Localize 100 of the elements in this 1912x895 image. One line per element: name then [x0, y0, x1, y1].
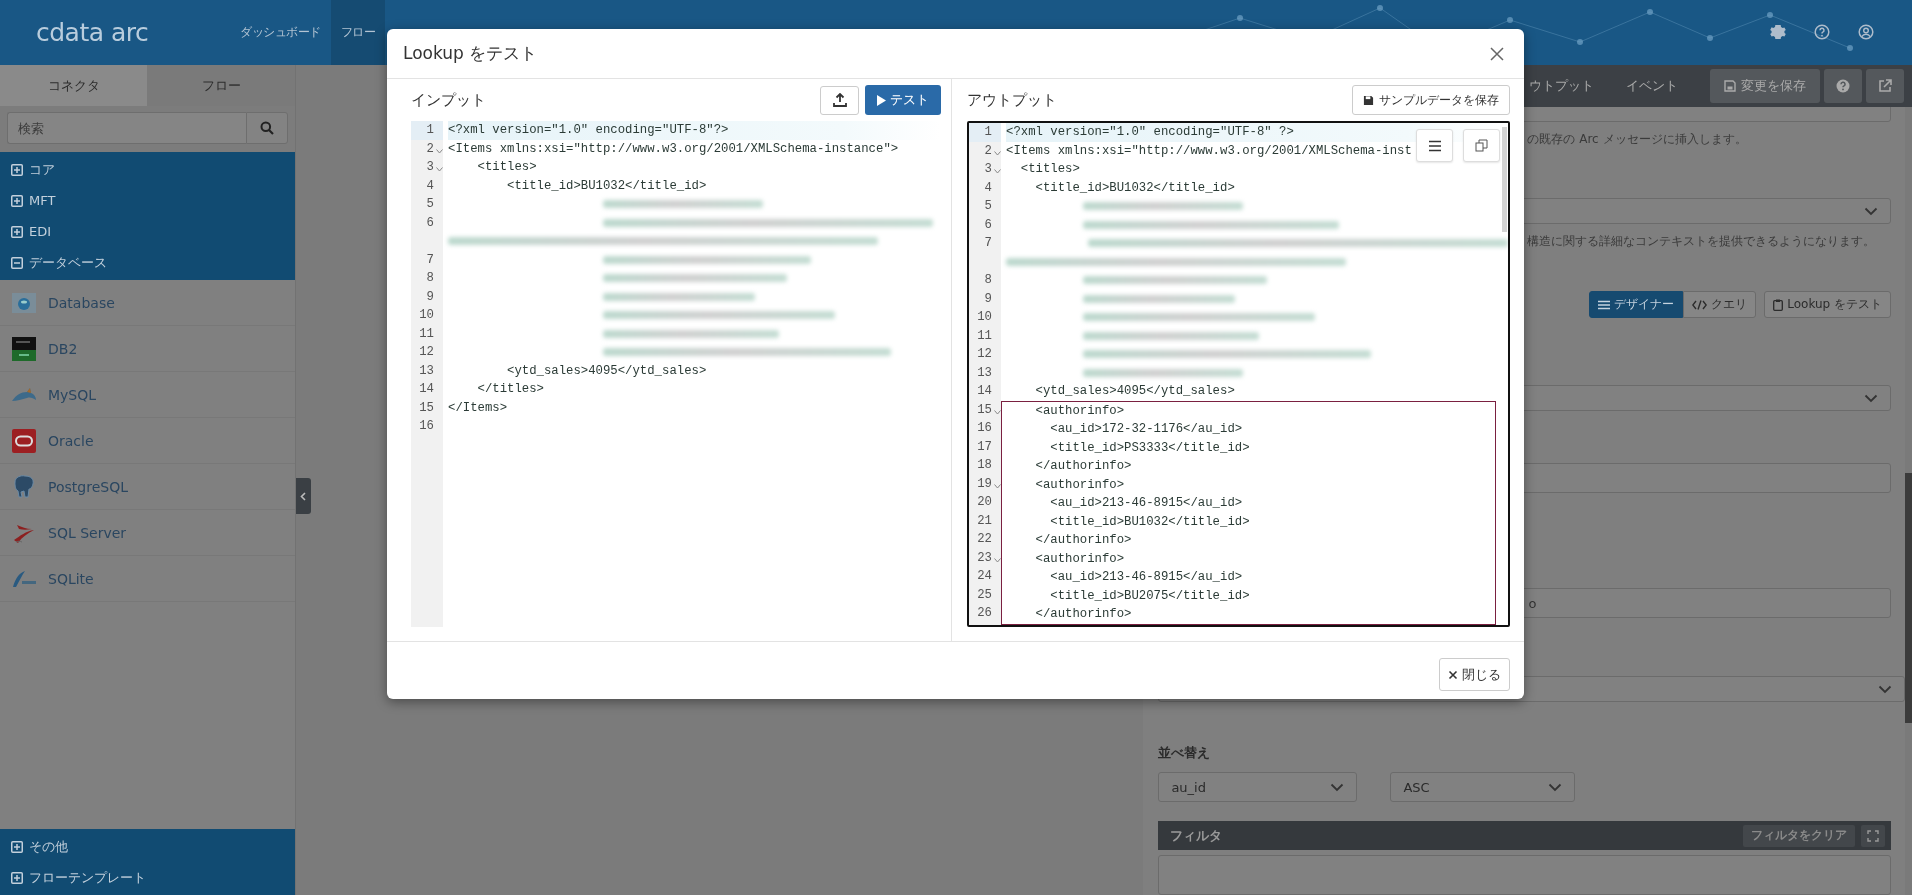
line-number: 18: [977, 458, 992, 473]
expand-icon[interactable]: [11, 871, 23, 884]
code-line: <authorinfo>: [1034, 477, 1125, 492]
line-number: 9: [426, 289, 434, 304]
user-icon[interactable]: [1858, 24, 1874, 40]
category-header[interactable]: EDI: [29, 224, 52, 239]
menu-button[interactable]: [1416, 129, 1453, 162]
line-number: 10: [977, 310, 992, 325]
code-line: <authorinfo>: [1034, 551, 1125, 566]
pane-title: インプット: [411, 90, 487, 110]
play-icon: [877, 94, 886, 106]
line-number: 1: [984, 125, 992, 140]
expand-icon[interactable]: [11, 194, 23, 207]
collapse-icon[interactable]: [11, 256, 23, 269]
fold-icon[interactable]: [994, 409, 1001, 415]
line-number: 11: [419, 326, 434, 341]
settings-icon[interactable]: [1770, 24, 1786, 40]
menu-icon: [1427, 139, 1442, 152]
scrollbar[interactable]: [1905, 107, 1912, 895]
help-icon[interactable]: [1814, 24, 1830, 40]
nav-item[interactable]: フロー: [330, 0, 385, 65]
connector-item[interactable]: MySQL: [0, 372, 295, 418]
sidebar-tab[interactable]: フロー: [147, 65, 295, 106]
code-line: <au_id>213-46-8915</au_id>: [1049, 570, 1243, 585]
line-number: 4: [984, 180, 992, 195]
close-dialog-button[interactable]: 閉じる: [1439, 658, 1510, 691]
code-line: </Items>: [448, 400, 508, 415]
category-header[interactable]: その他: [29, 837, 68, 856]
code-line: <title_id>BU1032</title_id>: [1034, 180, 1235, 195]
line-number: 7: [426, 252, 434, 267]
line-number: 2: [984, 143, 992, 158]
category-header[interactable]: データベース: [29, 253, 107, 272]
search-field[interactable]: 検索: [7, 112, 246, 144]
line-number: 4: [426, 178, 434, 193]
connector-item[interactable]: SQLite: [0, 556, 295, 602]
fold-icon[interactable]: [994, 169, 1001, 174]
line-number: 8: [426, 271, 434, 286]
line-number: 1: [426, 123, 434, 138]
line-number: 17: [977, 439, 992, 454]
save-button[interactable]: 変更を保存: [1710, 69, 1820, 103]
expand-icon: [1867, 829, 1879, 842]
copy-button[interactable]: [1463, 129, 1500, 162]
nav-item[interactable]: ダッシュボード: [230, 0, 331, 65]
line-number: 10: [419, 308, 434, 323]
expand-icon[interactable]: [11, 840, 23, 853]
code-line: <authorinfo>: [1034, 403, 1125, 418]
category-header[interactable]: MFT: [29, 193, 56, 208]
scrollbar[interactable]: [1502, 127, 1507, 232]
expand-icon[interactable]: [11, 163, 23, 176]
code-line: </authorinfo>: [1034, 459, 1132, 474]
sidebar-tab[interactable]: コネクタ: [0, 65, 148, 106]
ring-icon: [11, 427, 37, 454]
mode-toggle[interactable]: デザイナー: [1589, 291, 1684, 318]
chevron-icon: [1864, 206, 1878, 216]
panel-tab[interactable]: イベント: [1612, 77, 1692, 95]
line-number: 15: [419, 400, 434, 415]
line-number: 15: [977, 402, 992, 417]
test-button[interactable]: テスト: [865, 85, 941, 115]
code-line: <titles>: [1019, 162, 1080, 177]
clear-filter-button[interactable]: フィルタをクリア: [1743, 824, 1855, 847]
chevron-icon: [1330, 782, 1345, 792]
line-number: 24: [977, 569, 992, 584]
connector-item[interactable]: Oracle: [0, 418, 295, 464]
fold-icon[interactable]: [994, 483, 1001, 489]
sort-order-dropdown[interactable]: ASC: [1390, 772, 1576, 802]
search-button[interactable]: [245, 112, 288, 144]
code-line: <title_id>PS3333</title_id>: [1049, 440, 1250, 455]
fold-icon[interactable]: [994, 557, 1001, 563]
line-number: 5: [426, 197, 434, 212]
collapse-handle[interactable]: [295, 478, 311, 514]
fullscreen-button[interactable]: [1861, 824, 1885, 847]
fold-icon[interactable]: [436, 148, 443, 154]
save-sample-button[interactable]: サンプルデータを保存: [1352, 85, 1510, 115]
external-link-button[interactable]: [1866, 69, 1904, 103]
line-number: 23: [977, 550, 992, 565]
chevron-icon: [1878, 684, 1892, 694]
code-line: <ytd_sales>4095</ytd_sales>: [506, 363, 707, 378]
upload-button[interactable]: [820, 85, 859, 115]
test-lookup-button[interactable]: Lookup をテスト: [1764, 291, 1891, 318]
line-number: 12: [419, 345, 434, 360]
fold-icon[interactable]: [994, 150, 1001, 156]
line-number: 13: [419, 363, 434, 378]
category-header[interactable]: コア: [29, 160, 55, 179]
help-button[interactable]: [1824, 69, 1862, 103]
code-line: <ytd_sales>4095</ytd_sales>: [1034, 384, 1235, 399]
fold-icon[interactable]: [436, 167, 443, 172]
copy-icon: [1475, 139, 1488, 152]
line-number: 6: [984, 217, 992, 232]
connector-item[interactable]: DB2: [0, 326, 295, 372]
close-icon: [1448, 669, 1458, 680]
category-header[interactable]: フローテンプレート: [29, 868, 146, 887]
expand-icon[interactable]: [11, 225, 23, 238]
connector-item[interactable]: Database: [0, 280, 295, 326]
code-line: <titles>: [476, 160, 537, 175]
code-editor[interactable]: [967, 121, 1510, 627]
connector-item[interactable]: PostgreSQL: [0, 464, 295, 510]
connector-item[interactable]: SQL Server: [0, 510, 295, 556]
logo[interactable]: cdata arc: [0, 18, 230, 47]
sort-column-dropdown[interactable]: au_id: [1158, 772, 1358, 802]
mode-toggle[interactable]: クエリ: [1683, 291, 1757, 318]
